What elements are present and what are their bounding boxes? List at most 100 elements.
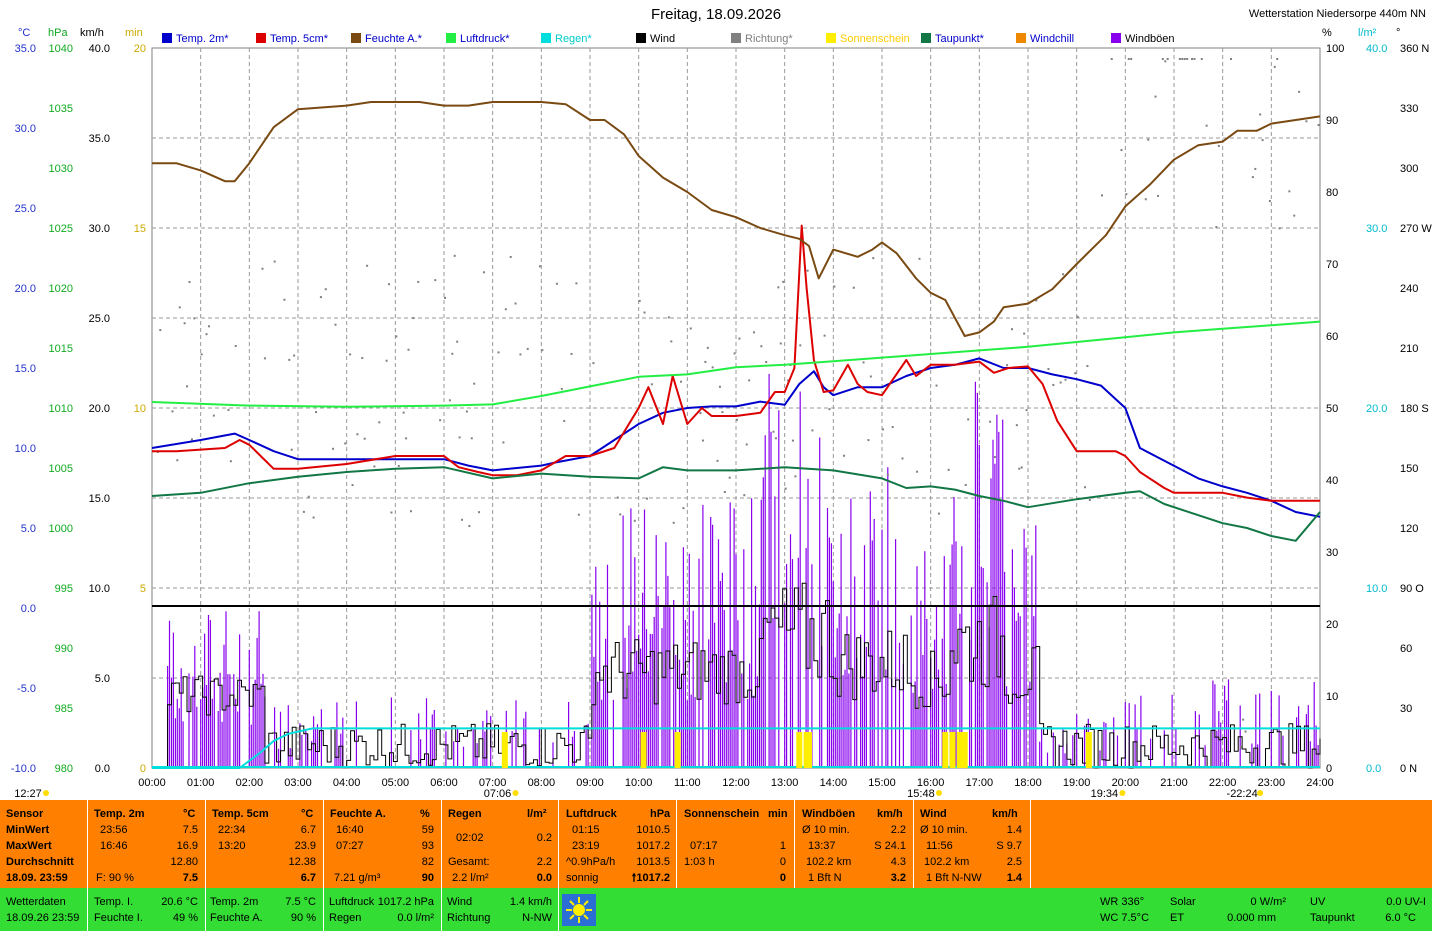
direction-dot (743, 494, 746, 497)
direction-dot (728, 476, 731, 479)
tick-label-sun_min: 5 (140, 583, 146, 595)
direction-dot (227, 408, 230, 411)
direction-dot (779, 342, 782, 345)
direction-dot (349, 353, 352, 356)
direction-dot (718, 385, 721, 388)
gusts-unit: km/h (877, 808, 903, 820)
temp2m-current-value: 7.5 °C (285, 896, 316, 908)
direction-dot (638, 299, 641, 302)
direction-dot (176, 459, 179, 462)
rain-unit: l/m² (527, 808, 547, 820)
direction-dot (1298, 90, 1301, 93)
direction-dot (315, 411, 318, 414)
astro-icon (1119, 790, 1126, 796)
sunshine-unit: min (768, 808, 788, 820)
sunshine-bar (640, 732, 647, 768)
direction-dot (867, 439, 870, 442)
row-min: MinWert (6, 824, 50, 836)
legend-swatch (636, 33, 646, 43)
direction-dot (1183, 58, 1186, 60)
direction-dot (1062, 273, 1065, 276)
pressure-current-value: 1017.2 hPa (377, 896, 434, 908)
tick-label-wind_kmh: 30.0 (89, 223, 110, 235)
direction-dot (159, 329, 162, 332)
solar-label: Solar (1170, 896, 1196, 908)
direction-dot (784, 487, 787, 490)
tick-label-humidity_pct: 30 (1326, 547, 1338, 559)
direction-dot (935, 384, 938, 387)
direction-dot (918, 257, 921, 260)
temp2m-current-label: Temp. 2m (210, 896, 259, 908)
x-tick-label: 15:00 (868, 777, 896, 789)
legend-swatch (826, 33, 836, 43)
direction-dot (373, 465, 376, 468)
direction-dot (351, 484, 354, 487)
direction-dot (1305, 120, 1308, 123)
weather-chart: 35.0 30.0 25.0 20.0 15.0 10.0 5.0 0.0 -5.0 -10.0 1… (11, 27, 1432, 800)
tick-label-humidity_pct: 10 (1326, 691, 1338, 703)
wind-unit: km/h (992, 808, 1018, 820)
legend-swatch (731, 33, 741, 43)
direction-dot (378, 421, 381, 424)
rain-total-value: 2.2 (536, 856, 552, 868)
direction-dot (186, 385, 189, 388)
tick-label-pressure_hpa: 1005 (49, 463, 73, 475)
tick-label-wind_kmh: 25.0 (89, 313, 110, 325)
direction-dot (212, 414, 215, 417)
humidity-indoor-label: Feuchte I. (94, 912, 143, 924)
direction-dot (1144, 198, 1147, 201)
gusts-head: Windböen (802, 808, 856, 820)
tick-label-sun_min: 15 (134, 223, 146, 235)
rain-rate: 2.2 l/m² (452, 872, 489, 884)
humidity-head: Feuchte A. (330, 808, 386, 820)
astro-label: 07:06 (484, 788, 512, 800)
dewpoint-label: Taupunkt (1310, 912, 1355, 924)
gusts-r1-label: Ø 10 min. (802, 824, 850, 836)
direction-dot (1127, 58, 1130, 60)
direction-dot (993, 456, 996, 459)
tick-label-direction_deg: 120 (1400, 523, 1418, 535)
direction-dot (356, 433, 359, 436)
tick-label-pressure_hpa: 1000 (49, 523, 73, 535)
unit-direction: ° (1396, 27, 1400, 39)
tick-label-temp_c: 20.0 (15, 283, 36, 295)
tick-label-pressure_hpa: 1040 (49, 43, 73, 55)
legend-swatch (1016, 33, 1026, 43)
tick-label-pressure_hpa: 985 (55, 703, 73, 715)
direction-dot (188, 281, 191, 284)
humidity-unit: % (420, 808, 430, 820)
direction-dot (409, 510, 412, 513)
tick-label-pressure_hpa: 1015 (49, 343, 73, 355)
tick-label-humidity_pct: 50 (1326, 403, 1338, 415)
tick-label-direction_deg: 270 W (1400, 223, 1432, 235)
direction-dot (405, 437, 408, 440)
astro-icon (1257, 790, 1264, 796)
tick-label-sun_min: 10 (134, 403, 146, 415)
tick-label-rain_lm2: 40.0 (1366, 43, 1387, 55)
tick-label-pressure_hpa: 1035 (49, 103, 73, 115)
sunshine-bar (796, 732, 803, 768)
tick-label-wind_kmh: 5.0 (95, 673, 110, 685)
legend-entry: Regen* (555, 33, 592, 45)
x-tick-label: 03:00 (284, 777, 312, 789)
direction-dot (444, 296, 446, 299)
temp5cm-avg: 12.38 (288, 856, 316, 868)
direction-dot (482, 271, 485, 274)
direction-dot (748, 379, 751, 382)
direction-dot (497, 351, 500, 354)
tick-label-pressure_hpa: 995 (55, 583, 73, 595)
legend-swatch (351, 33, 361, 43)
direction-dot (1191, 58, 1194, 60)
temp5cm-head: Temp. 5cm (212, 808, 269, 820)
tick-label-humidity_pct: 100 (1326, 43, 1344, 55)
direction-dot (1288, 190, 1291, 193)
unit-sun: min (125, 27, 143, 39)
direction-dot (1181, 58, 1184, 60)
direction-dot (645, 497, 648, 500)
tick-label-humidity_pct: 80 (1326, 187, 1338, 199)
direction-dot (872, 257, 875, 260)
direction-dot (777, 286, 780, 289)
sunshine-r1-time: 07:17 (690, 840, 718, 852)
direction-dot (575, 282, 578, 285)
direction-dot (395, 335, 398, 338)
